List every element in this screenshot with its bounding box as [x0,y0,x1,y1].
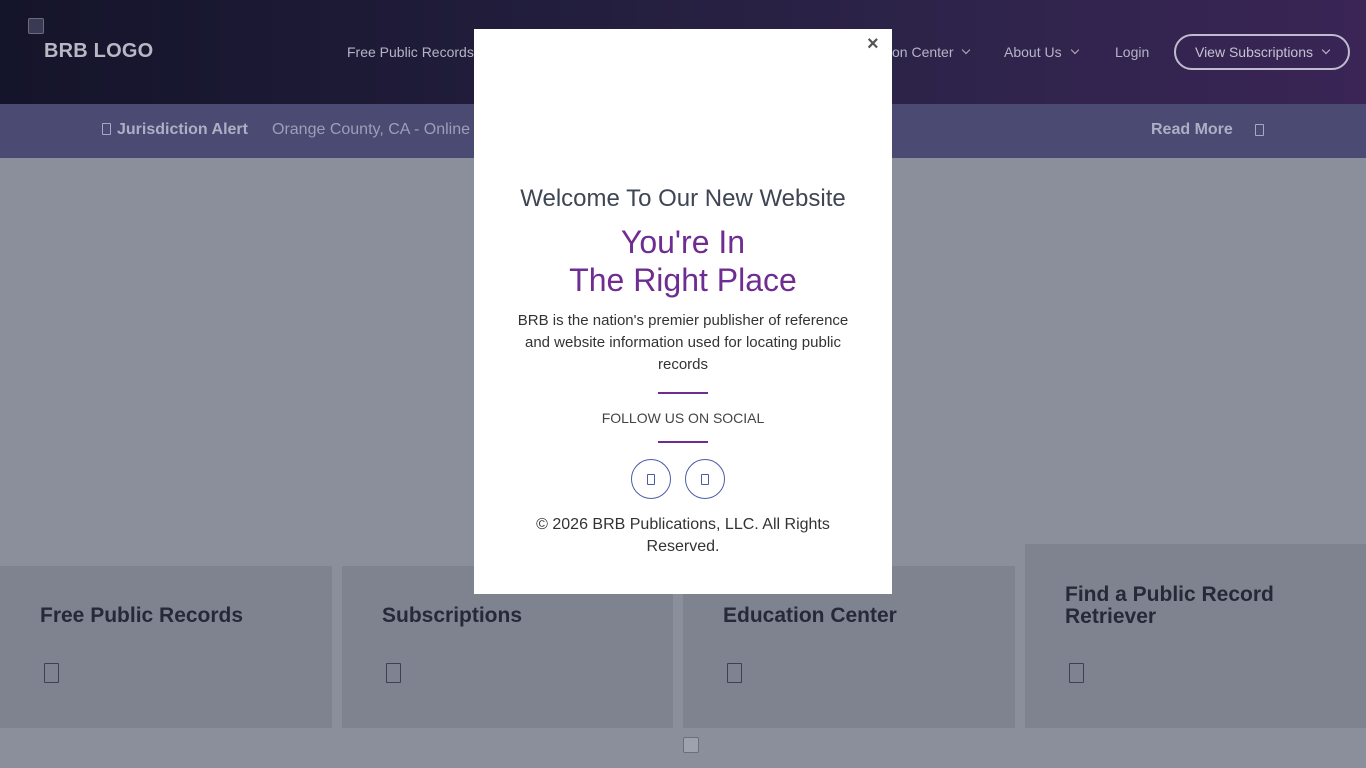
view-subscriptions-button[interactable]: View Subscriptions [1174,34,1350,70]
card-title: Subscriptions [382,604,523,627]
nav-login[interactable]: Login [1115,44,1149,60]
nav-about-us-label: About Us [1004,44,1062,60]
tagline-line-1: You're In [620,224,746,260]
chevron-down-icon [962,45,971,55]
modal-description: BRB is the nation's premier publisher of… [517,312,849,373]
nav-education-center-label: on Center [892,44,954,60]
alert-icon [102,123,111,135]
arrow-icon [727,663,742,683]
nav-free-public-records[interactable]: Free Public Records [347,44,474,60]
card-title: Free Public Records [40,604,244,627]
alert-text[interactable]: Orange County, CA - Online [272,121,470,139]
arrow-icon [1069,663,1084,683]
arrow-icon [44,663,59,683]
chevron-down-icon [1321,45,1331,55]
alert-title: Jurisdiction Alert [117,121,248,138]
follow-us-label: FOLLOW US ON SOCIAL [601,410,765,426]
divider [658,441,708,443]
facebook-icon[interactable] [631,459,671,499]
linkedin-icon[interactable] [685,459,725,499]
close-icon[interactable]: × [867,34,879,54]
modal-tagline: You're In The Right Place [474,223,892,299]
facebook-glyph-icon [647,473,655,485]
nav-free-public-records-label: Free Public Records [347,44,474,60]
modal-copyright: © 2026 BRB Publications, LLC. All Rights… [536,516,830,555]
tagline-line-2: The Right Place [569,262,797,298]
card-title: Education Center [723,604,897,627]
logo-text: BRB LOGO [44,40,154,62]
broken-image-icon [683,737,699,753]
nav-about-us[interactable]: About Us [1004,44,1079,60]
arrow-right-icon[interactable] [1255,124,1264,136]
welcome-modal: × Welcome To Our New Website You're In T… [474,29,892,594]
read-more-link[interactable]: Read More [1151,121,1233,139]
view-subscriptions-label: View Subscriptions [1194,44,1314,60]
card-find-record-retriever[interactable]: Find a Public Record Retriever [1025,544,1366,728]
chevron-down-icon [1070,45,1079,55]
nav-login-label: Login [1115,44,1150,60]
modal-welcome-heading: Welcome To Our New Website [520,185,846,212]
logo-image-icon [28,18,44,34]
linkedin-glyph-icon [701,473,709,485]
brb-logo[interactable]: BRB LOGO [28,18,153,62]
divider [658,392,708,394]
arrow-icon [386,663,401,683]
card-free-public-records[interactable]: Free Public Records [0,566,332,728]
nav-education-center[interactable]: on Center [892,44,971,60]
card-title: Find a Public Record Retriever [1065,583,1274,628]
